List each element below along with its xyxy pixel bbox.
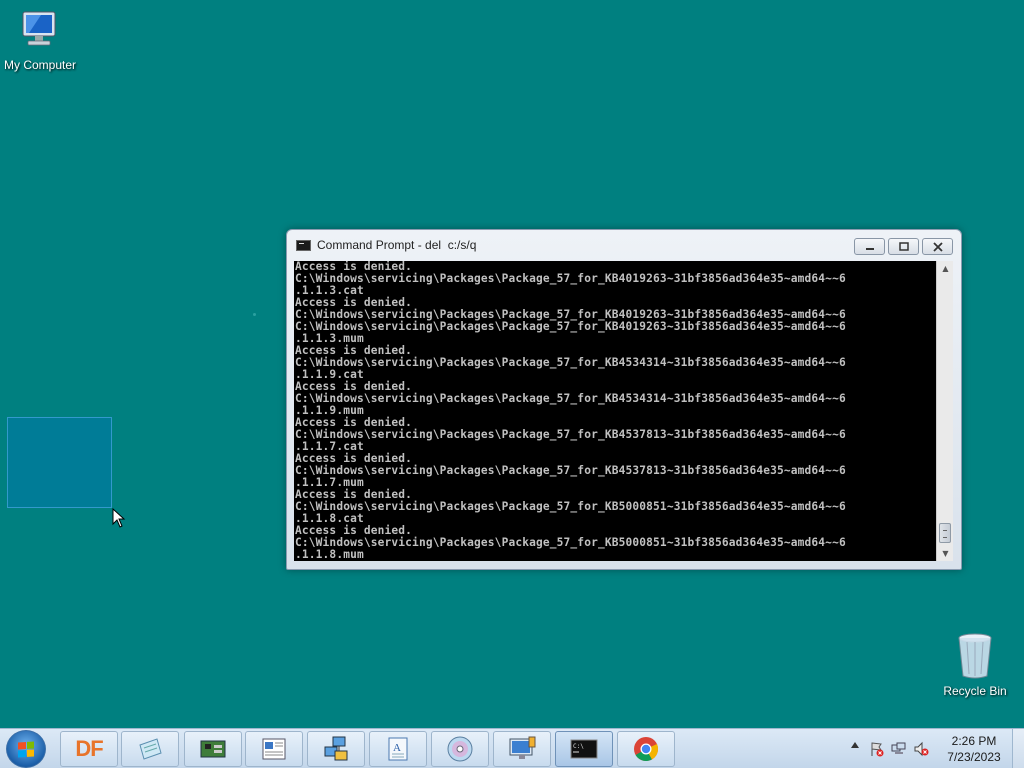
console-line: .1.1.8.mum [295,548,364,561]
console-line: C:\Windows\servicing\Packages\Package_57… [295,320,846,333]
minimize-button[interactable] [854,238,885,255]
console-line: C:\Windows\servicing\Packages\Package_57… [295,500,846,513]
selection-rectangle [7,417,112,508]
console-line: C:\Windows\servicing\Packages\Package_57… [295,536,846,549]
taskbar-app-network[interactable] [307,731,365,767]
maximize-icon [898,241,909,251]
svg-text:C:\: C:\ [573,743,584,750]
start-button[interactable] [6,730,46,768]
console-output[interactable]: Access is denied. C:\Windows\servicing\Pa… [294,261,936,561]
taskbar-app-notepad[interactable] [121,731,179,767]
document-icon [262,738,286,760]
notepad-icon [139,738,162,760]
clock-date: 7/23/2023 [947,750,1001,764]
close-icon [932,241,943,252]
window-titlebar[interactable]: Command Prompt - del c:/s/q [287,230,961,260]
taskbar-app-media-player[interactable] [431,731,489,767]
taskbar-app-device-manager[interactable] [184,731,242,767]
show-hidden-icons-button[interactable] [851,742,859,748]
desktop-icon-my-computer[interactable]: My Computer [0,8,80,72]
maximize-button[interactable] [888,238,919,255]
console-line: C:\Windows\servicing\Packages\Package_57… [295,428,846,441]
cmd-window-icon [296,239,311,251]
taskbar-app-wordpad[interactable]: A [369,731,427,767]
scroll-up-button[interactable]: ▲ [937,261,954,276]
windows-flag-icon [18,741,34,758]
desktop-icon-label: My Computer [3,58,77,72]
taskbar-app-remote-desktop[interactable] [493,731,551,767]
desktop-artifact [253,313,256,316]
df-app-icon: DF [75,736,103,761]
clock[interactable]: 2:26 PM 7/23/2023 [934,733,1014,765]
console-line: C:\Windows\servicing\Packages\Package_57… [295,272,846,285]
console-line: C:\Windows\servicing\Packages\Package_57… [295,392,846,405]
network-computers-icon [324,736,348,761]
cmd-icon: C:\ [570,739,598,759]
clock-time: 2:26 PM [951,734,997,748]
monitor-icon [509,736,536,759]
window-title: Command Prompt - del c:/s/q [317,238,477,252]
console-text: Access is denied. C:\Windows\servicing\Pa… [294,261,936,561]
desktop-icon-label: Recycle Bin [943,684,1007,698]
volume-muted-icon[interactable] [913,741,929,757]
circuit-board-icon [200,740,226,758]
console-line: C:\Windows\servicing\Packages\Package_57… [295,356,846,369]
taskbar-app-document-viewer[interactable] [245,731,303,767]
mouse-cursor-icon [112,508,126,528]
svg-text:A: A [393,742,401,754]
chrome-icon [634,737,659,762]
show-desktop-button[interactable] [1012,729,1024,768]
command-prompt-window[interactable]: Command Prompt - del c:/s/q Access is de… [286,229,962,570]
scroll-thumb[interactable] [939,523,951,543]
wordpad-icon: A [388,737,408,761]
vertical-scrollbar[interactable]: ▲ ▼ [936,261,953,561]
taskbar-app-df[interactable]: DF [60,731,118,767]
recycle-bin-icon [953,630,997,680]
desktop-icon-recycle-bin[interactable]: Recycle Bin [935,630,1015,698]
network-status-icon[interactable] [891,741,907,757]
taskbar-app-chrome[interactable] [617,731,675,767]
taskbar: DF A C:\ 2:26 PM 7/23/2023 [0,728,1024,768]
computer-icon [17,8,63,54]
minimize-icon [865,247,874,250]
close-button[interactable] [922,238,953,255]
console-line: C:\Windows\servicing\Packages\Package_57… [295,464,846,477]
action-center-flag-icon[interactable] [869,741,885,757]
taskbar-app-command-prompt[interactable]: C:\ [555,731,613,767]
system-tray: 2:26 PM 7/23/2023 [839,729,1024,768]
scroll-down-button[interactable]: ▼ [937,546,954,561]
disc-icon [447,736,473,762]
